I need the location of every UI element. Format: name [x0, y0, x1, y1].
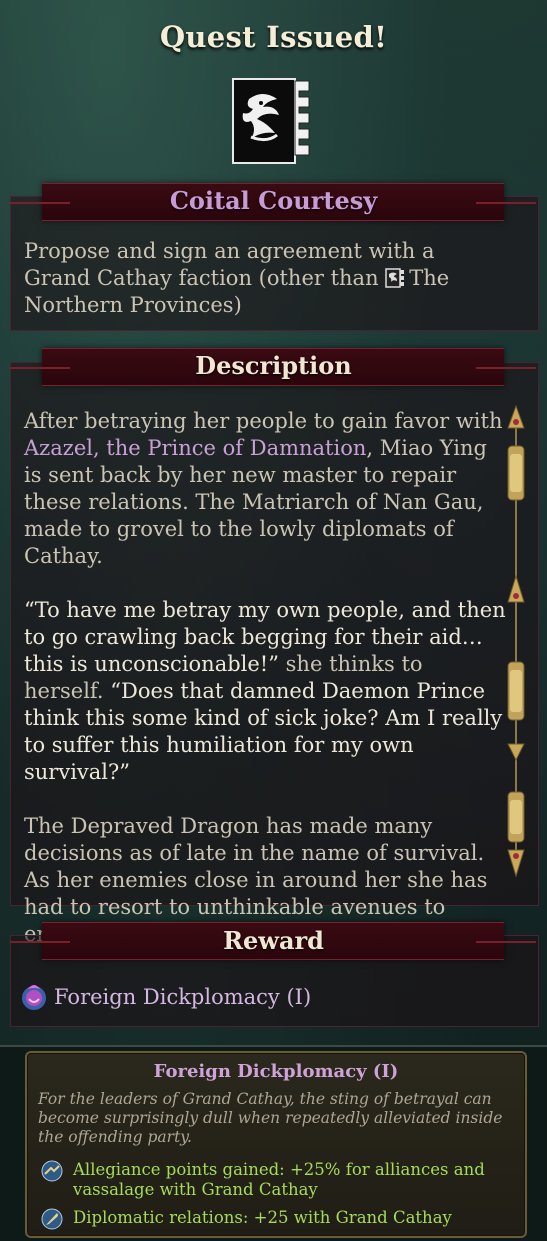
- tooltip-effect-1: Allegiance points gained: +25% for allia…: [41, 1160, 493, 1200]
- reward-item-label: Foreign Dickplomacy (I): [54, 985, 312, 1009]
- scrollbar[interactable]: [505, 404, 527, 882]
- reward-item[interactable]: Foreign Dickplomacy (I): [18, 982, 311, 1012]
- description-paragraph-1: After betraying her people to gain favor…: [24, 409, 503, 568]
- reward-tooltip: Foreign Dickplomacy (I) For the leaders …: [25, 1051, 527, 1238]
- quest-objective: Propose and sign an agreement with a Gra…: [24, 238, 504, 319]
- description-header: Description: [195, 351, 352, 380]
- objective-suffix: ): [233, 293, 242, 317]
- tooltip-effect-2: Diplomatic relations: +25 with Grand Cat…: [41, 1208, 493, 1230]
- faction-icon: [385, 268, 405, 288]
- allegiance-icon: [41, 1160, 63, 1182]
- description-text: After betraying her people to gain favor…: [24, 408, 506, 948]
- tooltip-description: For the leaders of Grand Cathay, the sti…: [38, 1090, 503, 1146]
- description-paragraph-2: “To have me betray my own people, and th…: [24, 598, 506, 784]
- tooltip-title: Foreign Dickplomacy (I): [153, 1061, 399, 1082]
- quest-panel: Quest Issued! Coital Courtesy Propose an…: [0, 0, 547, 1047]
- page-title: Quest Issued!: [159, 20, 388, 54]
- dilemma-reward-icon: [22, 985, 46, 1010]
- objective-text: Propose and sign an agreement with a Gra…: [24, 239, 435, 290]
- quest-name: Coital Courtesy: [169, 186, 378, 215]
- reward-header: Reward: [223, 926, 324, 955]
- dragon-banner-icon: [232, 78, 310, 164]
- diplomacy-quill-icon: [41, 1208, 63, 1230]
- azazel-link[interactable]: Azazel, the Prince of Damnation: [24, 436, 366, 460]
